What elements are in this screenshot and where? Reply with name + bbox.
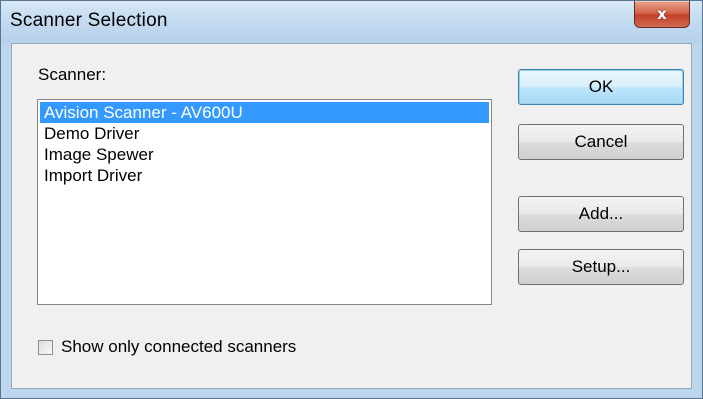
scanner-list-item[interactable]: Avision Scanner - AV600U — [40, 102, 489, 123]
cancel-button[interactable]: Cancel — [518, 124, 684, 160]
scanner-selection-dialog: Scanner Selection x Scanner: Avision Sca… — [0, 0, 703, 399]
scanner-listbox[interactable]: Avision Scanner - AV600U Demo Driver Ima… — [37, 99, 492, 305]
window-title: Scanner Selection — [10, 10, 168, 31]
show-connected-option[interactable]: Show only connected scanners — [38, 337, 296, 357]
setup-button[interactable]: Setup... — [518, 249, 684, 285]
show-connected-label[interactable]: Show only connected scanners — [61, 337, 296, 357]
dialog-body: Scanner: Avision Scanner - AV600U Demo D… — [11, 43, 692, 389]
title-bar[interactable]: Scanner Selection x — [1, 1, 702, 43]
scanner-list-item[interactable]: Image Spewer — [40, 144, 489, 165]
scanner-list-item[interactable]: Import Driver — [40, 165, 489, 186]
scanner-list-item[interactable]: Demo Driver — [40, 123, 489, 144]
scanner-label: Scanner: — [38, 65, 107, 84]
add-button[interactable]: Add... — [518, 196, 684, 232]
ok-button[interactable]: OK — [518, 69, 684, 105]
close-button[interactable]: x — [634, 1, 690, 28]
show-connected-checkbox[interactable] — [38, 339, 53, 355]
close-icon: x — [657, 5, 667, 23]
